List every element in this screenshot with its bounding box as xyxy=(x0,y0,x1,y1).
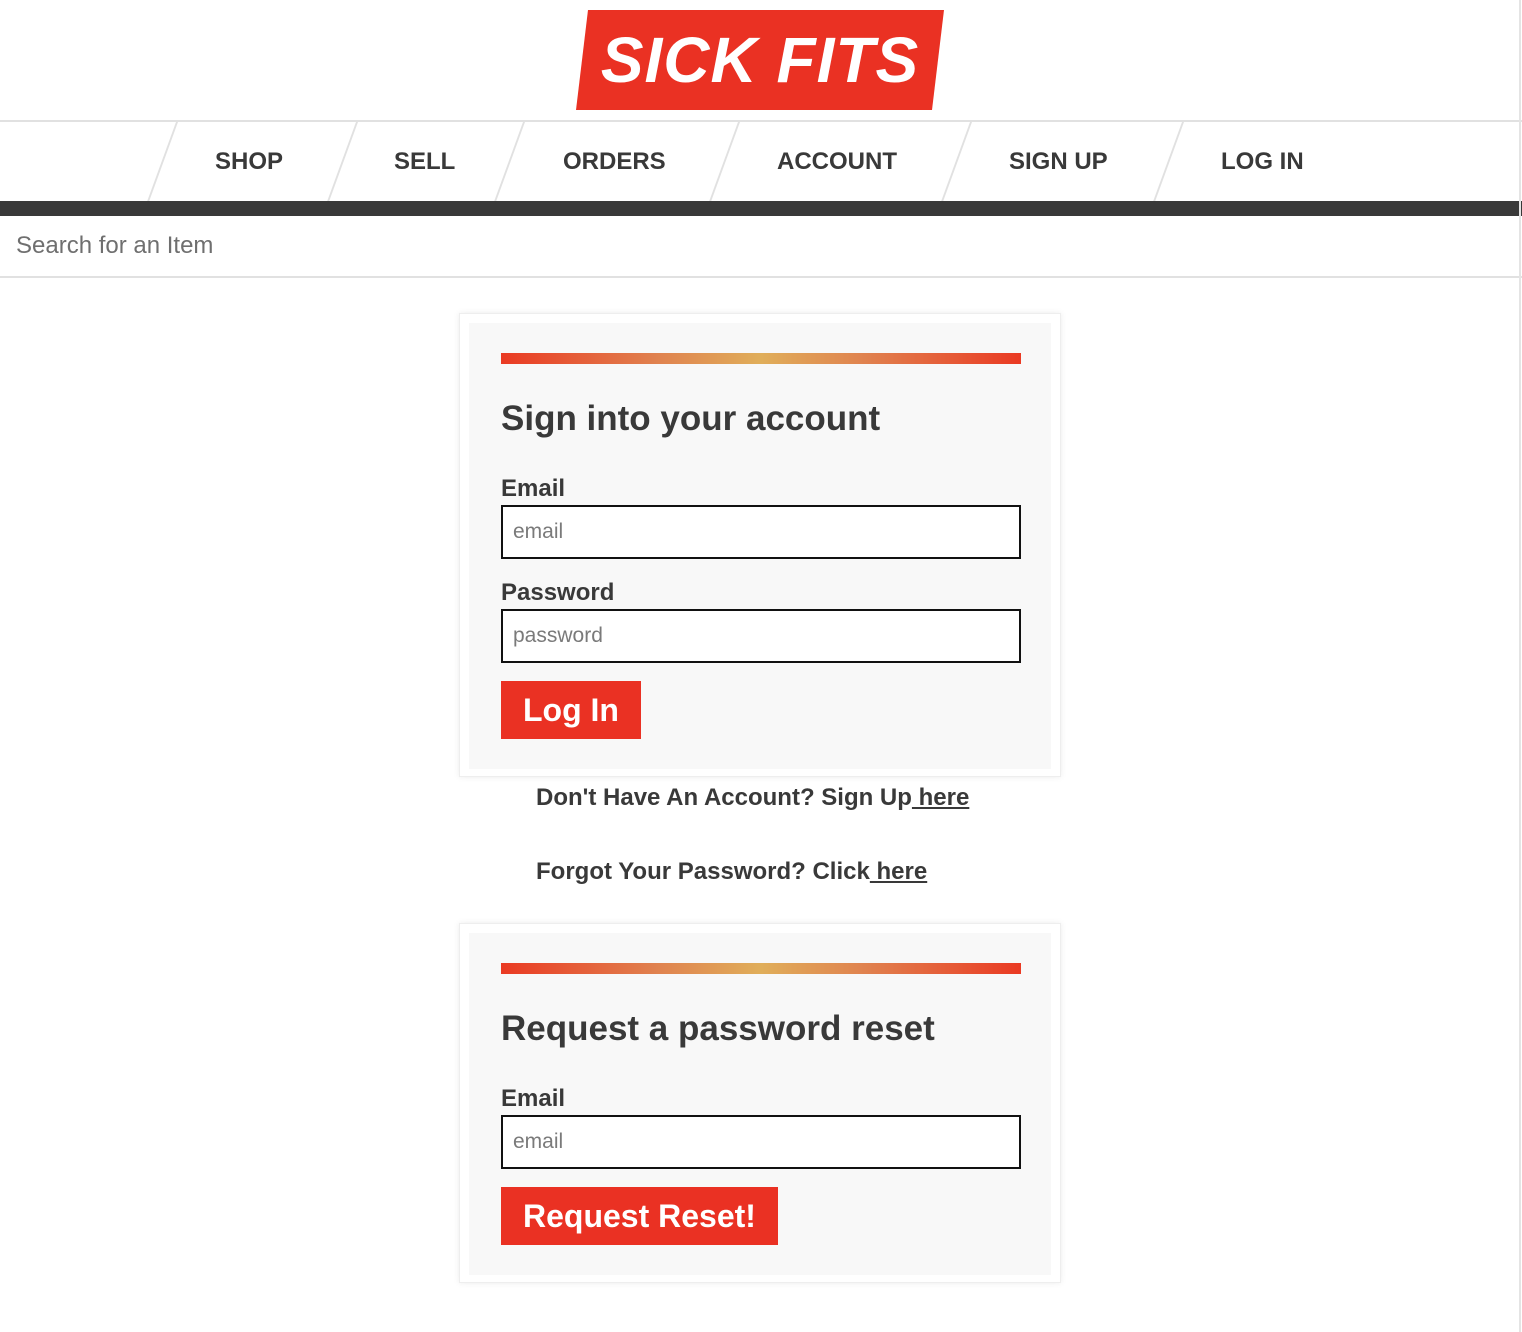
nav-divider xyxy=(493,122,525,202)
logo[interactable]: SICK FITS xyxy=(576,10,944,110)
main-nav: SHOP SELL ORDERS ACCOUNT SIGN UP LOG IN xyxy=(0,122,1522,202)
reset-email-label: Email xyxy=(501,1085,566,1112)
search-bar xyxy=(0,216,1522,278)
email-label: Email xyxy=(501,475,566,502)
signup-prompt: Don't Have An Account? Sign Up here xyxy=(536,784,969,812)
form-accent-bar xyxy=(501,353,1021,364)
signin-form: Sign into your account Email Password Lo… xyxy=(459,313,1061,777)
signin-title: Sign into your account xyxy=(501,399,881,438)
reset-form-panel: Request a password reset Email Request R… xyxy=(469,933,1051,1275)
forgot-password-here-link[interactable]: here xyxy=(870,858,928,885)
reset-title: Request a password reset xyxy=(501,1009,935,1048)
signup-prompt-text: Don't Have An Account? Sign Up xyxy=(536,784,912,811)
reset-form: Request a password reset Email Request R… xyxy=(459,923,1061,1283)
site-header: SICK FITS xyxy=(0,0,1522,122)
logo-link[interactable]: SICK FITS xyxy=(576,10,944,110)
password-label: Password xyxy=(501,579,615,606)
nav-divider xyxy=(146,122,178,202)
nav-item-login[interactable]: LOG IN xyxy=(1221,122,1304,202)
nav-item-sell[interactable]: SELL xyxy=(394,122,455,202)
forgot-password-prompt: Forgot Your Password? Click here xyxy=(536,858,927,886)
login-button[interactable]: Log In xyxy=(501,681,641,739)
nav-item-signup[interactable]: SIGN UP xyxy=(1009,122,1108,202)
nav-divider xyxy=(326,122,358,202)
request-reset-button[interactable]: Request Reset! xyxy=(501,1187,778,1245)
email-field[interactable] xyxy=(501,505,1021,559)
password-field[interactable] xyxy=(501,609,1021,663)
search-input[interactable] xyxy=(0,216,1522,276)
nav-bottom-bar xyxy=(0,201,1522,216)
signup-here-link[interactable]: here xyxy=(912,784,970,811)
nav-divider xyxy=(940,122,972,202)
signin-form-panel: Sign into your account Email Password Lo… xyxy=(469,323,1051,769)
reset-email-field[interactable] xyxy=(501,1115,1021,1169)
forgot-password-text: Forgot Your Password? Click xyxy=(536,858,870,885)
form-accent-bar xyxy=(501,963,1021,974)
nav-divider xyxy=(1152,122,1184,202)
nav-item-account[interactable]: ACCOUNT xyxy=(777,122,897,202)
window-edge xyxy=(1519,0,1521,1332)
nav-divider xyxy=(708,122,740,202)
nav-item-shop[interactable]: SHOP xyxy=(215,122,283,202)
nav-item-orders[interactable]: ORDERS xyxy=(563,122,666,202)
